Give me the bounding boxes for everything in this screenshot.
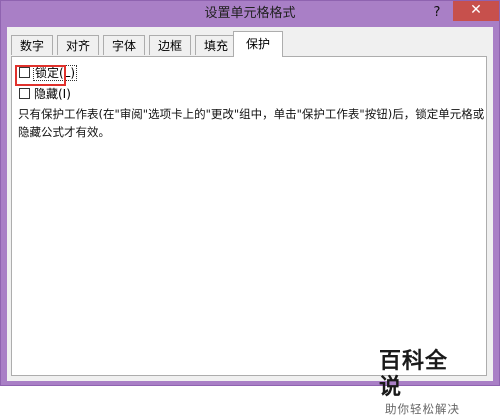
hidden-label[interactable]: 隐藏(I)	[34, 87, 71, 101]
hidden-checkbox[interactable]	[19, 88, 30, 99]
close-button[interactable]: ✕	[453, 1, 499, 21]
tab-border[interactable]: 边框	[149, 35, 191, 55]
tab-number[interactable]: 数字	[11, 35, 53, 55]
tab-fill[interactable]: 填充	[195, 35, 237, 55]
red-highlight-box	[15, 65, 66, 86]
watermark-sub-text: 助你轻松解决	[385, 402, 460, 416]
hidden-option[interactable]: 隐藏(I)	[19, 86, 71, 102]
protection-description: 只有保护工作表(在"审阅"选项卡上的"更改"组中，单击"保护工作表"按钮)后，锁…	[18, 107, 485, 139]
help-button[interactable]: ?	[429, 4, 445, 22]
title-bar[interactable]: 设置单元格格式 ? ✕	[1, 1, 499, 27]
tab-strip: 数字 对齐 字体 边框 填充 保护	[11, 31, 481, 57]
dialog-title: 设置单元格格式	[204, 6, 296, 21]
tab-font[interactable]: 字体	[103, 35, 145, 55]
watermark-logo: 百科全说 助你轻松解决	[379, 349, 469, 417]
format-cells-dialog: 设置单元格格式 ? ✕ 数字 对齐 字体 边框 填充 保护 锁定(L) 隐藏(I…	[0, 0, 500, 416]
dialog-client-area: 数字 对齐 字体 边框 填充 保护 锁定(L) 隐藏(I) 只有保护工作表(在"…	[7, 27, 493, 416]
tab-alignment[interactable]: 对齐	[57, 35, 99, 55]
watermark-main-text: 百科全说	[379, 349, 449, 400]
protection-panel: 锁定(L) 隐藏(I) 只有保护工作表(在"审阅"选项卡上的"更改"组中，单击"…	[11, 56, 487, 416]
tab-protection[interactable]: 保护	[233, 31, 283, 57]
